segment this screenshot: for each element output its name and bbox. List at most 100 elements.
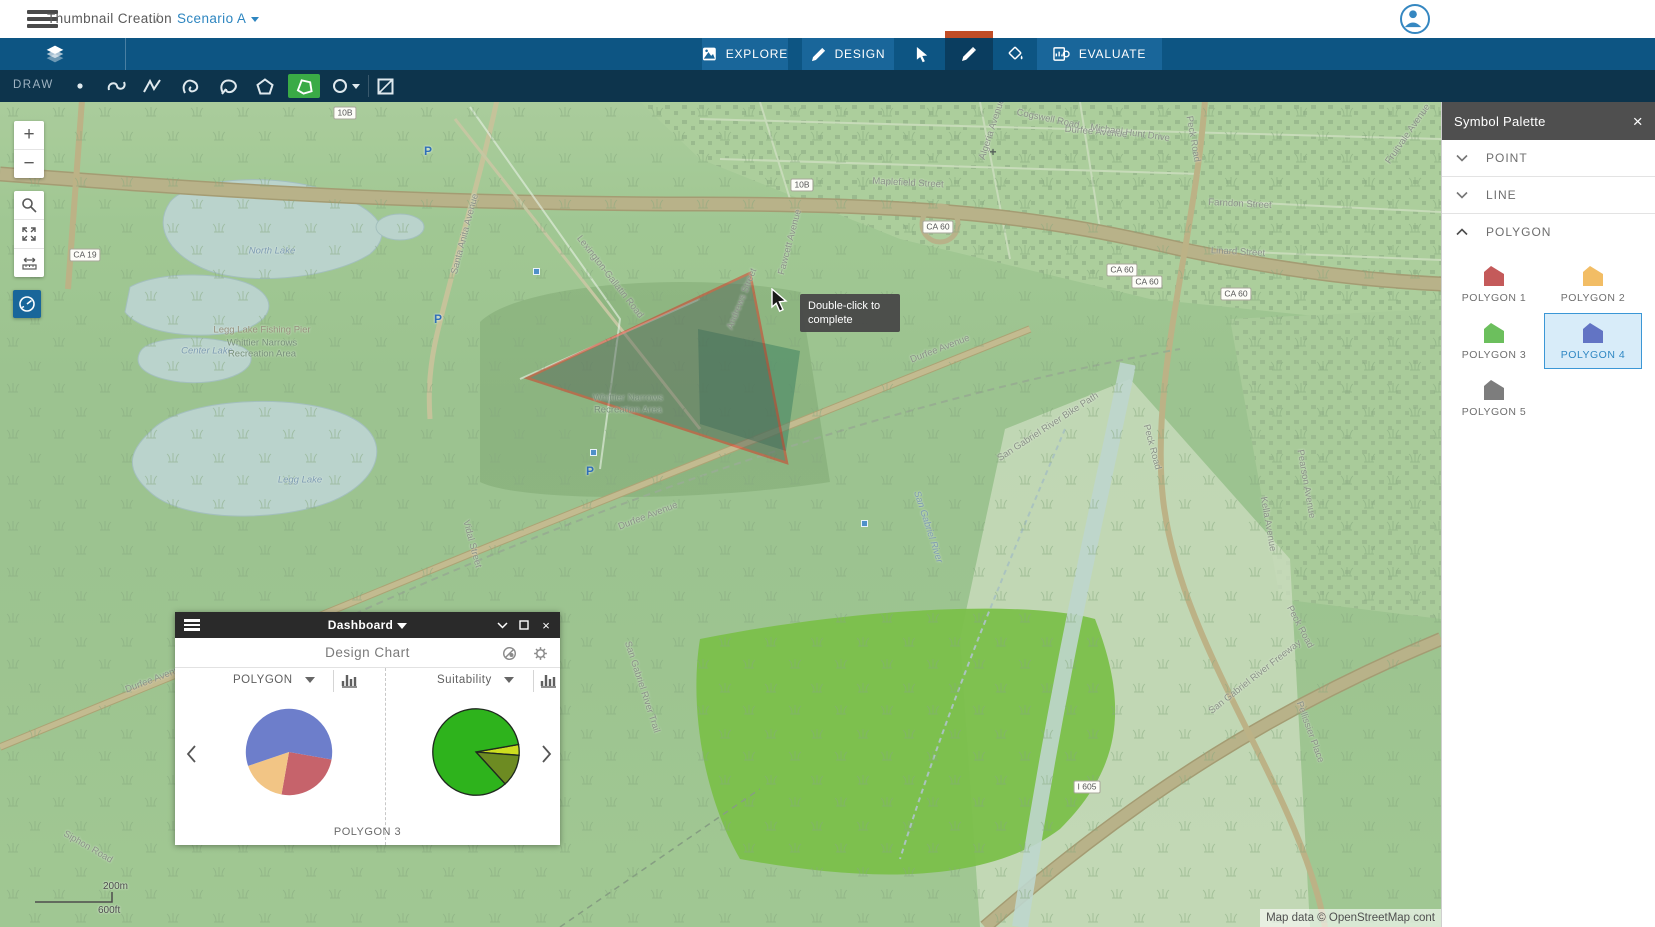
dashboard-toggle-button[interactable] <box>13 290 41 318</box>
chevron-down-icon <box>1456 154 1468 162</box>
road-shield-badge: I 605 <box>1074 781 1101 794</box>
tab-design[interactable]: DESIGN <box>802 38 894 70</box>
draw-tooltip: Double-click to complete <box>800 294 900 332</box>
chevron-down-icon <box>251 17 259 22</box>
vertex-handle[interactable] <box>533 268 540 275</box>
map-label: Legg Lake Fishing Pier <box>213 325 310 336</box>
layers-button[interactable] <box>0 38 110 70</box>
carousel-page-label: POLYGON 3 <box>175 826 560 838</box>
maximize-button[interactable] <box>516 617 532 633</box>
minimize-button[interactable] <box>494 617 510 633</box>
person-icon <box>1402 6 1424 28</box>
chevron-down-icon <box>305 677 315 683</box>
section-point[interactable]: POINT <box>1442 140 1655 177</box>
tool-ellipse[interactable] <box>328 74 364 98</box>
map-tools <box>14 191 44 277</box>
design-pencil-icon <box>811 47 826 62</box>
tab-explore-label: EXPLORE <box>726 47 788 61</box>
tool-paint-fill[interactable] <box>993 38 1037 70</box>
tab-design-label: DESIGN <box>835 47 886 61</box>
map-attribution: Map data © OpenStreetMap cont <box>1260 909 1441 927</box>
polygon-symbol-item[interactable]: POLYGON 2 <box>1544 256 1642 312</box>
carousel-next-chevron[interactable] <box>541 744 553 764</box>
road-shield-badge: 10B <box>333 107 356 120</box>
suitability-pie-chart <box>431 707 521 797</box>
polygon-symbol-label: POLYGON 5 <box>1462 406 1526 418</box>
active-tool-indicator <box>945 31 993 38</box>
polygon-symbol-label: POLYGON 4 <box>1561 349 1625 361</box>
polygon-symbol-item[interactable]: POLYGON 3 <box>1445 313 1543 369</box>
tool-polygon-active[interactable] <box>288 74 320 98</box>
polygon-swatch-icon <box>1483 379 1505 401</box>
mouse-cursor <box>770 288 792 314</box>
polygon-symbol-item[interactable]: POLYGON 5 <box>1445 370 1543 426</box>
tool-planarize[interactable] <box>372 74 398 98</box>
section-polygon-label: POLYGON <box>1486 225 1551 239</box>
section-polygon[interactable]: POLYGON <box>1442 214 1655 250</box>
dashboard-window: Dashboard × Design Chart POLYGON Suitabi… <box>175 612 560 845</box>
tool-polyline[interactable] <box>139 74 165 98</box>
close-icon[interactable]: × <box>1633 113 1643 130</box>
bar-chart-icon[interactable] <box>341 672 359 688</box>
vertex-handle[interactable] <box>590 449 597 456</box>
search-button[interactable] <box>14 191 44 219</box>
visibility-toggle-icon[interactable] <box>502 646 517 661</box>
tool-freehand-polygon[interactable] <box>216 74 242 98</box>
symbol-palette-panel: Symbol Palette × POINT LINE POLYGON POLY… <box>1441 102 1655 927</box>
pencil-icon <box>961 46 977 62</box>
default-extent-button[interactable] <box>14 219 44 248</box>
tab-explore[interactable]: EXPLORE <box>702 38 788 70</box>
zoom-out-button[interactable]: − <box>14 149 44 178</box>
breadcrumb-separator: / <box>155 11 159 26</box>
zoom-in-button[interactable]: + <box>14 121 44 149</box>
close-icon[interactable]: × <box>538 617 554 633</box>
main-nav-bar: EXPLORE DESIGN EVALUATE <box>0 38 1655 70</box>
user-avatar[interactable] <box>1400 4 1430 34</box>
dashboard-chart-header: Design Chart <box>175 638 560 668</box>
tooltip-line2: complete <box>808 313 892 327</box>
bar-chart-icon[interactable] <box>540 672 558 688</box>
chevron-down-icon <box>352 84 360 89</box>
road-shield-badge: CA 60 <box>1220 288 1251 301</box>
polygon-symbol-label: POLYGON 3 <box>1462 349 1526 361</box>
right-chart-dropdown[interactable]: Suitability <box>437 674 514 686</box>
tool-draw-pencil-active[interactable] <box>945 38 993 70</box>
parking-marker: P <box>434 312 442 326</box>
vertex-handle[interactable] <box>861 520 868 527</box>
tool-curve[interactable] <box>104 74 130 98</box>
tab-evaluate[interactable]: EVALUATE <box>1037 38 1162 70</box>
polygon-symbol-item[interactable]: POLYGON 1 <box>1445 256 1543 312</box>
evaluate-report-icon <box>1053 46 1070 62</box>
left-chart-dropdown[interactable]: POLYGON <box>233 674 315 686</box>
symbol-palette-title: Symbol Palette <box>1454 114 1546 129</box>
parking-marker: P <box>586 464 594 478</box>
tooltip-line1: Double-click to <box>808 299 892 313</box>
tool-select-cursor[interactable] <box>900 38 945 70</box>
polygon-symbol-grid: POLYGON 1 POLYGON 2 POLYGON 3 POLYGON 4 POLY… <box>1442 250 1655 432</box>
breadcrumb-project[interactable]: Thumbnail Creation <box>47 11 172 26</box>
paint-bucket-icon <box>1007 46 1024 62</box>
map-label: Legg Lake <box>278 475 322 486</box>
scale-metric: 200m <box>103 881 128 892</box>
gauge-icon <box>18 295 36 313</box>
tool-freehand-line[interactable] <box>179 74 205 98</box>
tool-point[interactable] <box>67 74 93 98</box>
breadcrumb-scenario[interactable]: Scenario A <box>177 11 259 26</box>
carousel-prev-chevron[interactable] <box>185 744 197 764</box>
tool-autocomplete-polygon[interactable] <box>252 74 278 98</box>
polygon-symbol-item[interactable]: POLYGON 4 <box>1544 313 1642 369</box>
dashboard-titlebar[interactable]: Dashboard × <box>175 612 560 638</box>
polygon-symbol-label: POLYGON 2 <box>1561 292 1625 304</box>
polygon-swatch-icon <box>1483 322 1505 344</box>
explore-map-icon <box>702 46 717 62</box>
scale-imperial: 600ft <box>98 905 120 916</box>
polygon-swatch-icon <box>1582 265 1604 287</box>
measure-button[interactable] <box>14 248 44 277</box>
settings-gear-icon[interactable] <box>533 646 548 661</box>
tab-evaluate-label: EVALUATE <box>1079 47 1146 61</box>
cursor-arrow-icon <box>915 46 930 63</box>
layers-icon <box>45 44 65 64</box>
section-line-label: LINE <box>1486 188 1517 202</box>
map-label: Whittier Narrows <box>227 338 297 349</box>
section-line[interactable]: LINE <box>1442 177 1655 214</box>
